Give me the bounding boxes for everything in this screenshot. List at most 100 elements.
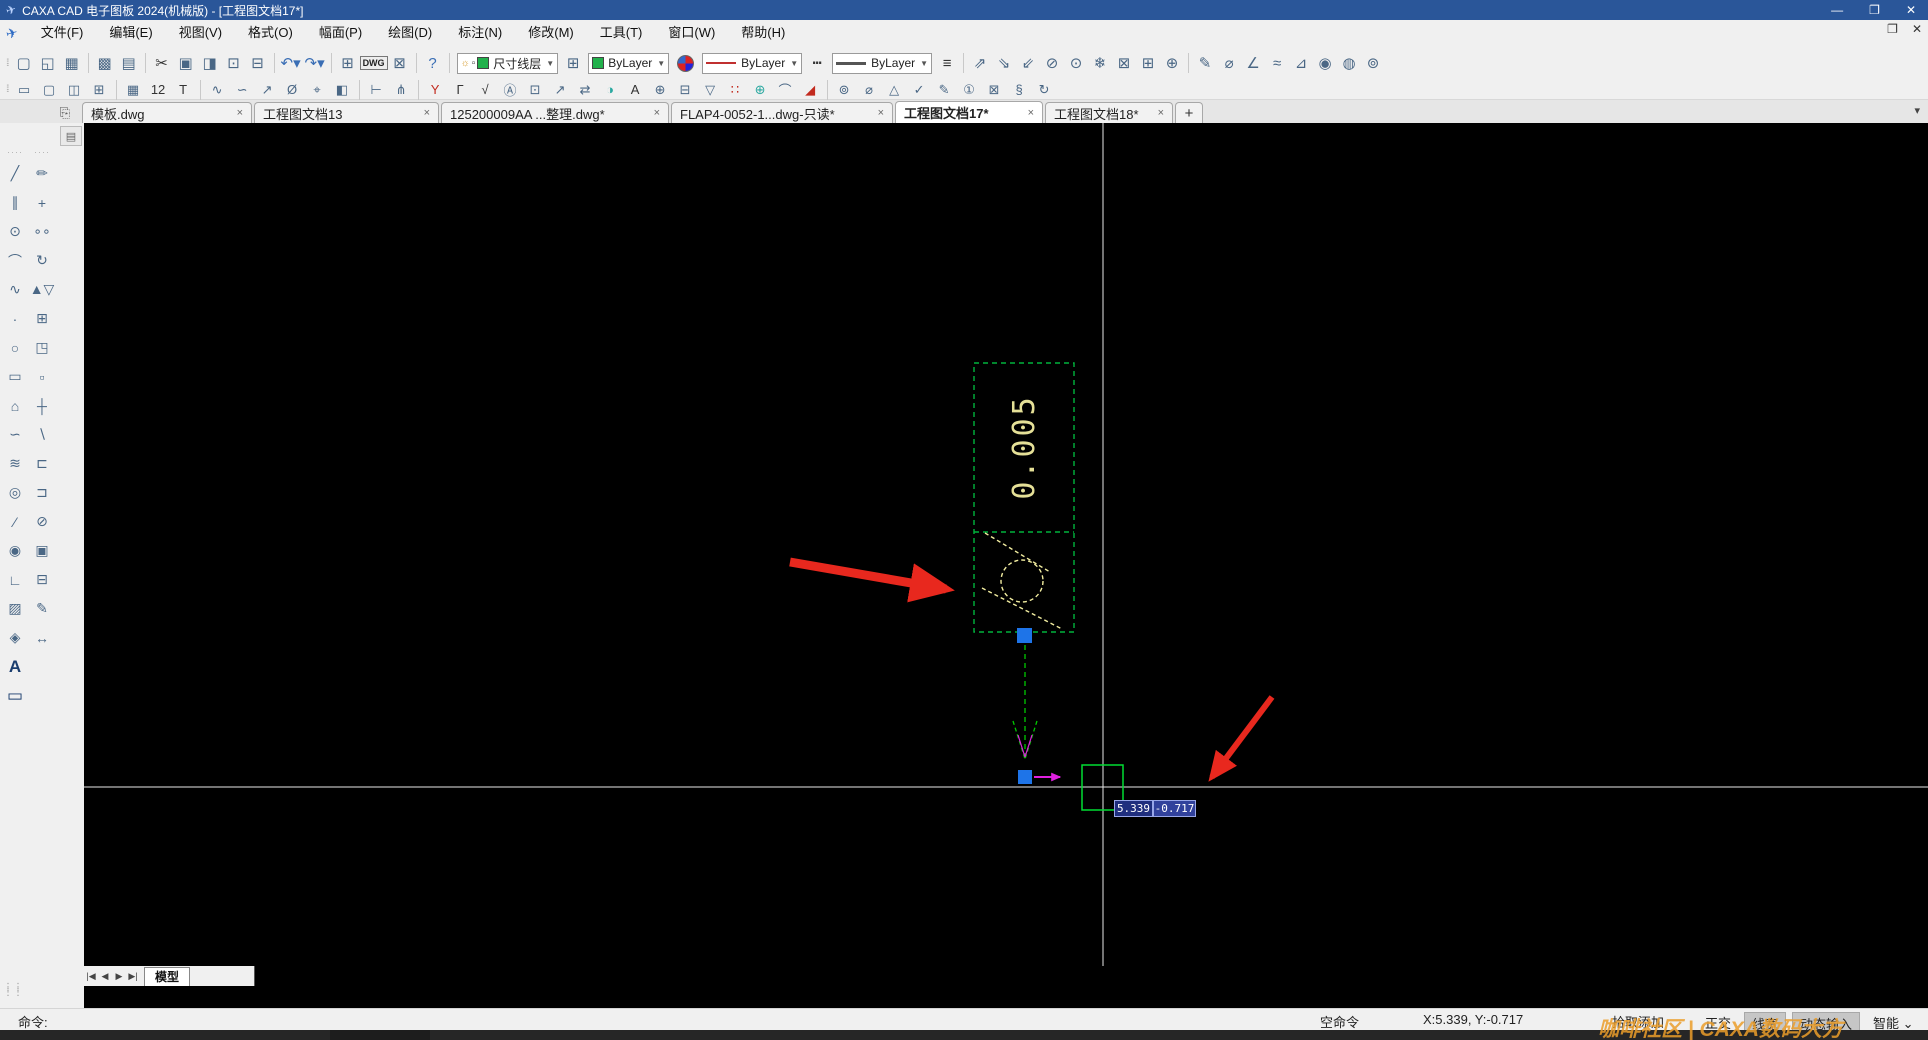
format-brush-icon[interactable]: ✎ (1193, 51, 1217, 75)
crop-tool[interactable]: ▫ (30, 362, 54, 391)
lineweight-icon[interactable]: ≡ (935, 51, 959, 75)
ole-object-tool[interactable]: ▭ (3, 681, 27, 710)
layout-tool[interactable]: ⊟ (30, 565, 54, 594)
panel-mini-tab-icon[interactable]: ▤ (60, 126, 82, 146)
save-icon[interactable]: ▦ (60, 51, 84, 75)
layer-off-icon[interactable]: ⊘ (1040, 51, 1064, 75)
cloud-line-tool[interactable]: ≋ (3, 449, 27, 478)
menu-item-2[interactable]: 编辑(E) (96, 20, 165, 46)
panel-resize-grip[interactable]: ⋮⋮ ⋮⋮ (3, 983, 23, 998)
grip-point-top[interactable] (1017, 628, 1032, 643)
circle-tool[interactable]: ⊙ (3, 217, 27, 246)
sheet-frame-icon[interactable]: ▢ (37, 80, 62, 99)
last-page-button[interactable]: ▶| (126, 968, 140, 984)
drawing-canvas[interactable]: 0.005 5.339 -0.717 |◀ ◀ ▶ ▶| 模型 (84, 123, 1928, 1008)
point-tool[interactable]: · (3, 304, 27, 333)
flange-icon[interactable]: ◧ (330, 80, 355, 99)
ole-insert-icon[interactable]: ⊞ (336, 51, 360, 75)
centerline-tool[interactable]: ┼ (30, 391, 54, 420)
tolerance-value-text[interactable]: 0.005 (1007, 394, 1042, 499)
text-tool[interactable]: A (3, 652, 27, 681)
close-button[interactable]: ✕ (1906, 3, 1916, 17)
bend-line-icon[interactable]: ↗ (548, 80, 573, 99)
dynamic-input-y[interactable]: -0.717 (1153, 800, 1196, 817)
leader-icon[interactable]: Γ (448, 80, 473, 99)
export-icon[interactable]: ⊠ (388, 51, 412, 75)
eraser-tool[interactable]: ✏ (30, 159, 54, 188)
pick-layer-icon[interactable]: ⇙ (1016, 51, 1040, 75)
layer-unlock-icon[interactable]: ⊞ (1136, 51, 1160, 75)
title-block-icon[interactable]: ◫ (62, 80, 87, 99)
datum-letter-icon[interactable]: A (623, 80, 648, 99)
layer-settings-icon[interactable]: ⊞ (561, 51, 585, 75)
menu-item-9[interactable]: 工具(T) (587, 20, 656, 46)
break-tool[interactable]: ∖ (30, 420, 54, 449)
symmetry-icon[interactable]: ⇄ (573, 80, 598, 99)
layer-on-icon[interactable]: ⊙ (1064, 51, 1088, 75)
menu-item-1[interactable]: 文件(F) (28, 20, 97, 46)
zigzag-line-icon[interactable]: ∽ (230, 80, 255, 99)
section-view-icon[interactable]: ◑ (598, 80, 623, 99)
menu-item-10[interactable]: 窗口(W) (655, 20, 728, 46)
slope-icon[interactable]: ◢ (798, 80, 823, 99)
menu-item-8[interactable]: 修改(M) (515, 20, 587, 46)
roughness-icon[interactable]: √ (473, 80, 498, 99)
copy-with-basepoint-icon[interactable]: ◨ (198, 51, 222, 75)
refresh-icon[interactable]: ↻ (1032, 80, 1057, 99)
save-as-icon[interactable]: ▩ (93, 51, 117, 75)
focal-mark-icon[interactable]: ⊕ (648, 80, 673, 99)
close-tab-icon[interactable]: × (1158, 107, 1164, 119)
doc-tab-1[interactable]: 模板.dwg × (82, 102, 252, 123)
layer-freeze-icon[interactable]: ❄ (1088, 51, 1112, 75)
mirror-tool[interactable]: ▲▽ (30, 275, 55, 304)
slash-tool[interactable]: ⁄ (3, 507, 27, 536)
tab-list-chevron-icon[interactable]: ▾ (1914, 104, 1920, 117)
mdi-restore-button[interactable]: ❐ (1887, 22, 1898, 36)
prev-page-button[interactable]: ◀ (98, 968, 112, 984)
redo-icon[interactable]: ↷▾ (303, 51, 327, 75)
linear-dim-icon[interactable]: ⊢ (364, 80, 389, 99)
color-picker-icon[interactable] (677, 54, 695, 72)
arc-tool[interactable]: ⌒ (3, 246, 27, 275)
doc-tab-4[interactable]: FLAP4-0052-1...dwg-只读* × (671, 102, 893, 123)
diameter-style-icon[interactable]: ⌀ (1217, 51, 1241, 75)
pointer-icon[interactable]: ↗ (255, 80, 280, 99)
hole-axis-icon[interactable]: Ø (280, 80, 305, 99)
weld-icon[interactable]: △ (882, 80, 907, 99)
close-tab-icon[interactable]: × (424, 107, 430, 119)
stamp-tool[interactable]: ◉ (3, 536, 27, 565)
view-circle-icon[interactable]: ⊕ (748, 80, 773, 99)
array-tool[interactable]: ⊞ (30, 304, 54, 333)
polygon-tool[interactable]: ⌂ (3, 391, 27, 420)
rotate-tool[interactable]: ↻ (30, 246, 54, 275)
axis-tool[interactable]: ∟ (3, 565, 27, 594)
cut-icon[interactable]: ✂ (150, 51, 174, 75)
arc-dim-icon[interactable]: ⌒ (773, 80, 798, 99)
line-tool[interactable]: ╱ (3, 159, 27, 188)
move-to-layer-icon[interactable]: ⇗ (968, 51, 992, 75)
rectangle-tool[interactable]: ▭ (3, 362, 27, 391)
doc-tab-5[interactable]: 工程图文档17* × (895, 101, 1043, 123)
wave-line-icon[interactable]: ∿ (205, 80, 230, 99)
color-select[interactable]: ByLayer ▼ (588, 52, 670, 74)
menu-item-3[interactable]: 视图(V) (166, 20, 235, 46)
spline-tool[interactable]: ∿ (3, 275, 27, 304)
dot-array-icon[interactable]: ∷ (723, 80, 748, 99)
ellipse-tool[interactable]: ○ (3, 333, 27, 362)
move-tool[interactable]: + (30, 188, 54, 217)
dimension-tool[interactable]: ↔ (30, 623, 54, 652)
undo-icon[interactable]: ↶▾ (279, 51, 303, 75)
new-tab-button[interactable]: + (1175, 102, 1203, 123)
number-box-icon[interactable]: ⊡ (523, 80, 548, 99)
copy-tool[interactable]: ∘∘ (30, 217, 54, 246)
menu-item-11[interactable]: 帮助(H) (728, 20, 798, 46)
parallel-line-tool[interactable]: ∥ (3, 188, 27, 217)
paste-special-icon[interactable]: ⊟ (246, 51, 270, 75)
command-prompt[interactable]: 命令: (18, 1012, 48, 1031)
surface-finish-icon[interactable]: ▽ (698, 80, 723, 99)
pick-mode[interactable]: 拾取添加 (1612, 1012, 1664, 1031)
layer-merge-icon[interactable]: ⊕ (1160, 51, 1184, 75)
cylindricity-symbol[interactable] (981, 532, 1063, 630)
thread-icon[interactable]: ⌀ (857, 80, 882, 99)
doc-tab-2[interactable]: 工程图文档13 × (254, 102, 439, 123)
